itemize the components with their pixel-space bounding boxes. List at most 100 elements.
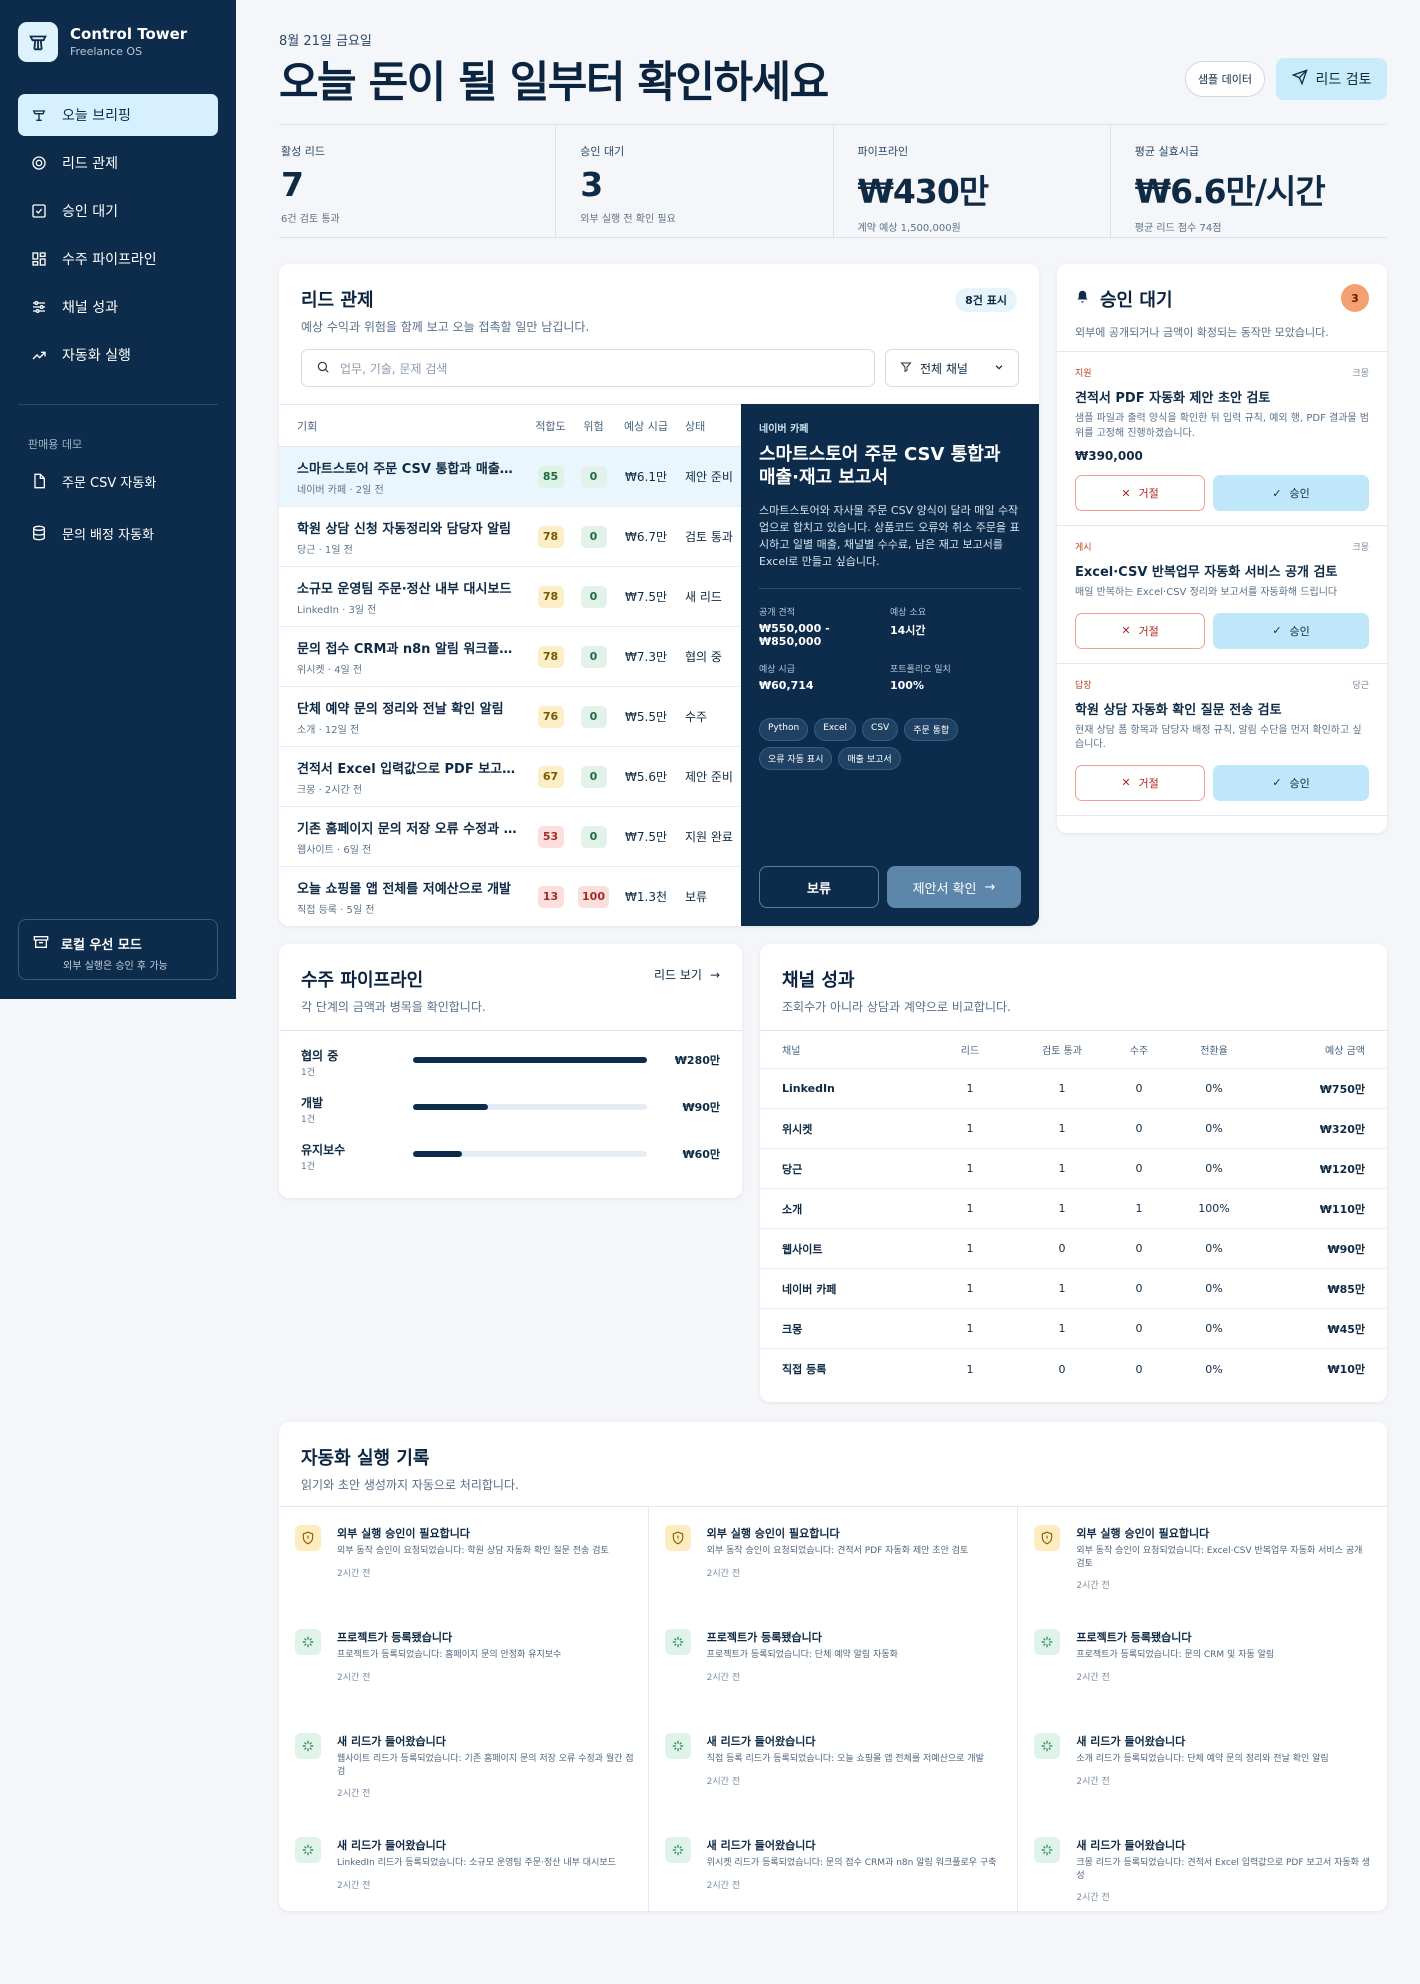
risk-score-badge: 0 — [580, 825, 607, 848]
sidebar-item-4[interactable]: 채널 성과 — [18, 286, 218, 328]
sidebar-item-1[interactable]: 리드 관제 — [18, 142, 218, 184]
approve-button[interactable]: ✓ 승인 — [1213, 764, 1369, 801]
sample-data-button[interactable]: 샘플 데이터 — [1185, 61, 1265, 97]
expected-rate: ₩1.3천 — [625, 890, 667, 904]
approve-button[interactable]: ✓ 승인 — [1213, 612, 1369, 649]
stage-name: 유지보수 — [301, 1143, 346, 1157]
shield-icon — [664, 1525, 691, 1551]
reject-button[interactable]: ✕ 거절 — [1075, 612, 1206, 649]
automation-event: 새 리드가 들어왔습니다 LinkedIn 리드가 등록되었습니다: 소규모 운영… — [295, 1837, 634, 1941]
channel-cell: ₩90만 — [1327, 1242, 1365, 1256]
automation-column: 외부 실행 승인이 필요합니다 외부 동작 승인이 요청되었습니다: 견적서 PD… — [649, 1507, 1019, 1912]
stage-count: 1건 — [301, 1162, 316, 1172]
demo-nav: 주문 CSV 자동화문의 배정 자동화 — [18, 458, 218, 562]
review-leads-button[interactable]: 리드 검토 — [1276, 58, 1387, 100]
approval-item: 지원 크몽 견적서 PDF 자동화 제안 초안 검토 샘플 파일과 출력 양식을 확인… — [1057, 352, 1387, 526]
channel-cell: 1 — [1135, 1202, 1143, 1215]
automation-event: 새 리드가 들어왔습니다 소개 리드가 등록되었습니다: 단체 예약 문의 정리와… — [1034, 1733, 1373, 1837]
hold-button[interactable]: 보류 — [759, 866, 879, 908]
lead-status: 보류 — [685, 890, 708, 904]
fit-score-badge: 85 — [537, 465, 564, 488]
lead-search-input[interactable]: 업무, 기술, 문제 검색 — [301, 349, 875, 387]
channel-cell: ₩320만 — [1319, 1122, 1365, 1136]
stat-card: 파이프라인 ₩430만 계약 예상 1,500,000원 — [834, 125, 1111, 237]
event-description: 외부 동작 승인이 요청되었습니다: 학원 상담 자동화 확인 질문 전송 검토 — [337, 1546, 609, 1556]
approval-description: 현재 상담 폼 항목과 담당자 배정 규칙, 알림 수단을 먼저 확인하고 싶습… — [1075, 724, 1362, 751]
arrow-right-icon: → — [709, 967, 720, 982]
x-icon: ✕ — [1121, 624, 1131, 637]
sidebar-item-3[interactable]: 수주 파이프라인 — [18, 238, 218, 280]
channel-cell: 0% — [1205, 1242, 1223, 1255]
channel-filter-select[interactable]: 전체 채널 — [885, 349, 1019, 387]
channel-cell: 100% — [1198, 1202, 1230, 1215]
channel-cell: 1 — [966, 1202, 974, 1215]
detail-tags: Python Excel CSV 주문 통합 오류 자동 표시 매출 보고서 — [759, 717, 1021, 770]
arrow-right-icon: → — [984, 879, 996, 895]
channel-cell: 0 — [1135, 1082, 1143, 1095]
reject-label: 거절 — [1138, 624, 1159, 638]
channel-row: 크몽 1 1 0 0% ₩45만 — [760, 1309, 1387, 1349]
lead-meta: 소개 · 12일 전 — [297, 724, 360, 736]
automation-event: 프로젝트가 등록됐습니다 프로젝트가 등록되었습니다: 단체 예약 알림 자동화 2… — [664, 1629, 1004, 1733]
lead-row[interactable]: 문의 접수 CRM과 n8n 알림 워크플로우 위시켓 · 4일 전 78 0 ₩7.3… — [279, 627, 741, 687]
local-mode-box[interactable]: 로컬 우선 모드 외부 실행은 승인 후 가능 — [18, 919, 218, 980]
fit-cell: 78 — [529, 585, 572, 608]
event-text: 외부 실행 승인이 필요합니다 외부 동작 승인이 요청되었습니다: 학원 상담 … — [337, 1525, 609, 1629]
detail-field: 포트폴리오 일치 100% — [890, 662, 1021, 692]
brand[interactable]: Control Tower Freelance OS — [18, 22, 187, 62]
lead-row[interactable]: 기존 홈페이지 문의 저장 오류 수정과 월간 점검웹사이트 · 6일 전 53 0… — [279, 807, 741, 867]
stat-card: 승인 대기 3 외부 실행 전 확인 필요 — [556, 125, 834, 237]
channel-cell: 0% — [1205, 1282, 1223, 1295]
reject-button[interactable]: ✕ 거절 — [1075, 475, 1206, 511]
event-description: 외부 동작 승인이 요청되었습니다: Excel·CSV 반복업무 자동화 서비… — [1076, 1546, 1363, 1569]
risk-score-badge: 0 — [580, 645, 607, 668]
sidebar-item-0[interactable]: 오늘 브리핑 — [18, 94, 218, 136]
view-proposal-button[interactable]: 제안서 확인 → — [887, 866, 1021, 908]
reject-button[interactable]: ✕ 거절 — [1075, 764, 1206, 801]
lead-row[interactable]: 스마트스토어 주문 CSV 통합과 매출·재고 보고서네이버 카페 · 2일 전… — [279, 447, 741, 507]
check-icon: ✓ — [1272, 624, 1282, 637]
stats-bar: 활성 리드 7 6건 검토 통과 승인 대기 3 외부 실행 전 확인 필요 파이프라인 ₩4… — [279, 124, 1387, 238]
lead-row[interactable]: 학원 상담 신청 자동정리와 담당자 알림 당근 · 1일 전 78 0 ₩6.7만 검토… — [279, 507, 741, 567]
bell-icon — [1075, 289, 1090, 309]
event-title: 프로젝트가 등록됐습니다 — [1076, 1631, 1192, 1644]
sidebar-item-label: 리드 관제 — [62, 156, 118, 172]
fit-cell: 53 — [529, 825, 572, 848]
detail-field: 공개 견적 ₩550,000 - ₩850,000 — [759, 605, 890, 648]
expected-rate: ₩7.5만 — [625, 830, 667, 844]
pipeline-stages: 협의 중 1건 ₩280만 개발 1건 ₩90만 유지보수 1건 ₩60만 — [279, 1030, 742, 1188]
lead-meta: LinkedIn · 3일 전 — [297, 604, 377, 616]
sidebar-item-2[interactable]: 승인 대기 — [18, 190, 218, 232]
lead-row[interactable]: 소규모 운영팀 주문·정산 내부 대시보드 LinkedIn · 3일 전 78 0 ₩… — [279, 567, 741, 627]
detail-field: 예상 시급 ₩60,714 — [759, 662, 890, 692]
lead-title: 문의 접수 CRM과 n8n 알림 워크플로우 — [297, 641, 517, 657]
demo-item-1[interactable]: 문의 배정 자동화 — [18, 510, 218, 556]
automation-event: 외부 실행 승인이 필요합니다 외부 동작 승인이 요청되었습니다: 견적서 PD… — [664, 1525, 1004, 1629]
event-title: 외부 실행 승인이 필요합니다 — [706, 1527, 840, 1540]
lead-status: 협의 중 — [685, 650, 722, 664]
stat-label: 파이프라인 — [857, 145, 909, 158]
event-text: 외부 실행 승인이 필요합니다 외부 동작 승인이 요청되었습니다: Excel·… — [1076, 1525, 1373, 1629]
risk-score-badge: 0 — [580, 765, 607, 788]
stage-count: 1건 — [301, 1115, 316, 1125]
demo-item-0[interactable]: 주문 CSV 자동화 — [18, 458, 218, 504]
event-time: 2시간 전 — [337, 1880, 371, 1891]
stat-value: 3 — [580, 165, 603, 204]
channel-row: 당근 1 1 0 0% ₩120만 — [760, 1149, 1387, 1189]
channel-cell: 0 — [1135, 1282, 1143, 1295]
kanban-icon — [30, 250, 48, 268]
approve-button[interactable]: ✓ 승인 — [1213, 475, 1369, 511]
automation-event: 외부 실행 승인이 필요합니다 외부 동작 승인이 요청되었습니다: Excel·… — [1034, 1525, 1373, 1629]
stat-inner: 평균 실효시급 ₩6.6만/시간 평균 리드 점수 74점 — [1111, 143, 1387, 234]
lead-opportunity: 견적서 Excel 입력값으로 PDF 보고서 자동화크몽 · 2시간 전 — [279, 758, 529, 796]
lead-row[interactable]: 단체 예약 문의 정리와 전날 확인 알림 소개 · 12일 전 76 0 ₩5.5만 수… — [279, 687, 741, 747]
sparkle-icon — [295, 1837, 321, 1863]
sidebar-item-5[interactable]: 자동화 실행 — [18, 334, 218, 376]
target-icon — [30, 154, 48, 172]
risk-score-badge: 0 — [580, 525, 607, 548]
view-leads-link[interactable]: 리드 보기 → — [654, 966, 720, 983]
lead-row[interactable]: 견적서 Excel 입력값으로 PDF 보고서 자동화크몽 · 2시간 전 67 0… — [279, 747, 741, 807]
channel-cell: 1 — [1058, 1162, 1066, 1175]
detail-field: 예상 소요 14시간 — [890, 605, 1021, 648]
lead-row[interactable]: 오늘 쇼핑몰 앱 전체를 저예산으로 개발 직접 등록 · 5일 전 13 100 ₩1… — [279, 867, 741, 926]
